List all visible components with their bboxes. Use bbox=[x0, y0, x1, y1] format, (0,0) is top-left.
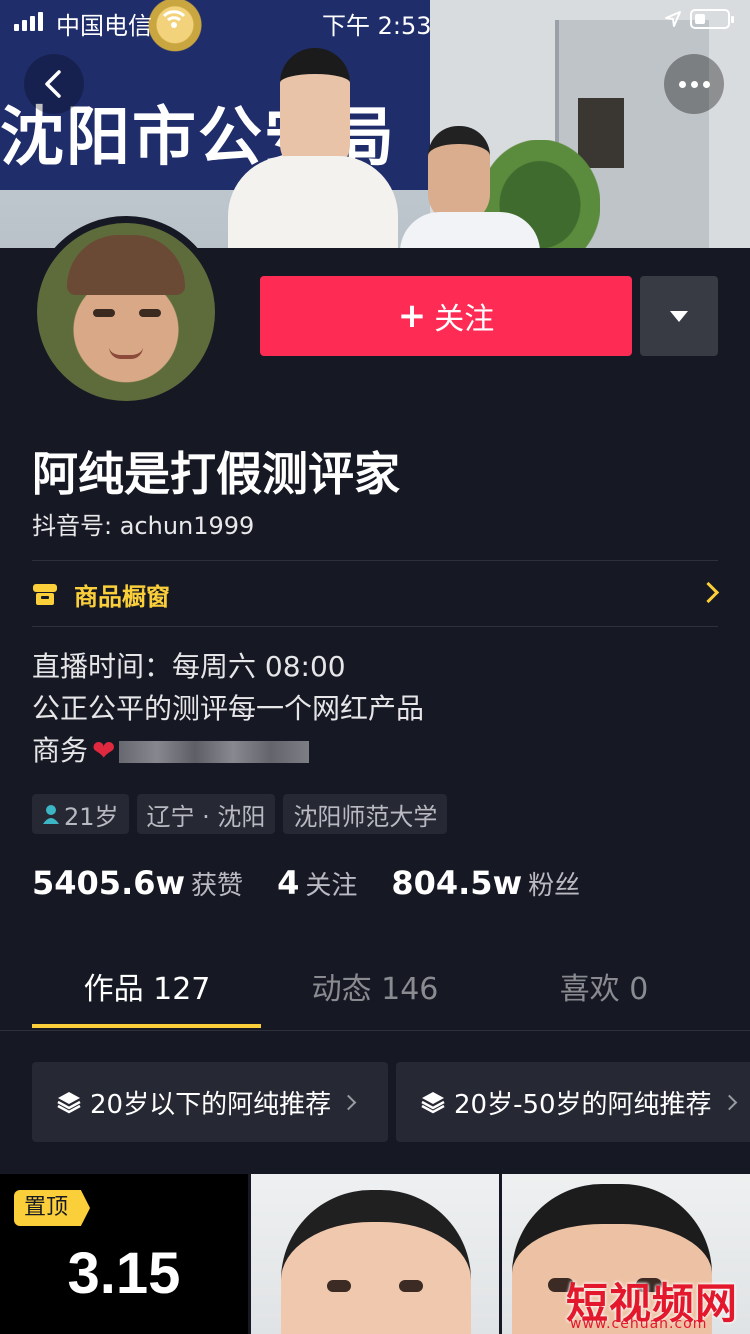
chevron-left-icon bbox=[45, 70, 61, 98]
recommendation-label: 20岁-50岁的阿纯推荐 bbox=[454, 1089, 712, 1120]
status-bar: 中国电信 下午 2:53 bbox=[0, 0, 750, 40]
layers-icon bbox=[57, 1092, 81, 1114]
more-dot-icon bbox=[678, 80, 686, 88]
video-cover-text: 3.15 bbox=[67, 1241, 181, 1306]
content-tabs: 作品 127 动态 146 喜欢 0 bbox=[0, 956, 750, 1031]
chevron-right-icon bbox=[340, 1094, 357, 1110]
back-button[interactable] bbox=[24, 54, 84, 114]
redacted-contact bbox=[119, 741, 310, 763]
divider bbox=[32, 560, 718, 561]
pinned-badge: 置顶 bbox=[14, 1190, 91, 1226]
battery-icon bbox=[690, 9, 734, 29]
divider bbox=[32, 626, 718, 627]
follow-button[interactable]: + 关注 bbox=[260, 276, 632, 356]
watermark-url: www.cehuan.com bbox=[570, 1316, 708, 1332]
cover-person-young bbox=[228, 48, 398, 248]
heart-icon: ❤ bbox=[92, 734, 116, 767]
video-thumbnail[interactable]: 置顶 3.15 bbox=[0, 1174, 248, 1334]
signal-icon bbox=[14, 12, 43, 31]
bio-line: 公正公平的测评每一个网红产品 bbox=[32, 692, 425, 725]
tab-activity[interactable]: 动态 146 bbox=[260, 956, 490, 1026]
recommend-dropdown-button[interactable] bbox=[640, 276, 718, 356]
triangle-down-icon bbox=[670, 310, 688, 322]
bio: 直播时间：每周六 08:00 公正公平的测评每一个网红产品 商务 ❤ bbox=[32, 646, 424, 772]
tab-likes[interactable]: 喜欢 0 bbox=[489, 956, 719, 1026]
bio-line-business: 商务 ❤ bbox=[32, 730, 424, 772]
video-cover-face bbox=[281, 1190, 471, 1334]
cover-person-officer bbox=[400, 126, 540, 248]
tag-location: 辽宁 · 沈阳 bbox=[136, 794, 276, 834]
video-thumbnail[interactable] bbox=[251, 1174, 499, 1334]
profile-tags: 21岁 辽宁 · 沈阳 沈阳师范大学 bbox=[32, 794, 448, 834]
recommendation-label: 20岁以下的阿纯推荐 bbox=[90, 1089, 332, 1120]
carrier-label: 中国电信 bbox=[56, 12, 152, 40]
stat-following[interactable]: 4 关注 bbox=[277, 864, 357, 902]
wifi-icon bbox=[162, 10, 186, 28]
shop-icon bbox=[33, 584, 57, 605]
followers-count: 804.5w bbox=[391, 864, 523, 902]
tab-works[interactable]: 作品 127 bbox=[32, 956, 262, 1026]
follow-label: 关注 bbox=[434, 302, 495, 337]
douyin-id: 抖音号: achun1999 bbox=[32, 512, 255, 540]
shop-window-row[interactable]: 商品橱窗 bbox=[32, 562, 720, 626]
recommendation-20-50[interactable]: 20岁-50岁的阿纯推荐 bbox=[396, 1062, 750, 1142]
status-time: 下午 2:53 bbox=[322, 12, 432, 40]
likes-label: 获赞 bbox=[191, 871, 244, 901]
tag-school: 沈阳师范大学 bbox=[283, 794, 448, 834]
more-dot-icon bbox=[690, 80, 698, 88]
shop-window-label: 商品橱窗 bbox=[74, 582, 170, 611]
profile-name: 阿纯是打假测评家 bbox=[32, 447, 400, 501]
chevron-right-icon bbox=[721, 1094, 737, 1110]
following-count: 4 bbox=[277, 864, 300, 902]
tag-age-text: 21岁 bbox=[64, 802, 119, 831]
recommendation-under-20[interactable]: 20岁以下的阿纯推荐 bbox=[32, 1062, 388, 1142]
following-label: 关注 bbox=[305, 871, 358, 901]
stat-likes: 5405.6w 获赞 bbox=[32, 864, 243, 902]
plus-icon: + bbox=[397, 296, 427, 336]
active-tab-indicator bbox=[32, 1024, 261, 1028]
avatar-photo bbox=[37, 223, 215, 401]
more-options-button[interactable] bbox=[664, 54, 724, 114]
layers-icon bbox=[421, 1092, 445, 1114]
profile-stats: 5405.6w 获赞 4 关注 804.5w 粉丝 bbox=[32, 864, 614, 902]
person-icon bbox=[43, 805, 59, 824]
followers-label: 粉丝 bbox=[528, 871, 581, 901]
tag-age: 21岁 bbox=[32, 794, 129, 834]
location-arrow-icon bbox=[665, 11, 681, 27]
bio-line: 直播时间：每周六 08:00 bbox=[32, 650, 346, 683]
likes-count: 5405.6w bbox=[32, 864, 186, 902]
avatar[interactable] bbox=[30, 216, 222, 408]
more-dot-icon bbox=[702, 80, 710, 88]
bio-business-label: 商务 bbox=[32, 734, 89, 767]
chevron-right-icon bbox=[697, 581, 720, 604]
stat-followers[interactable]: 804.5w 粉丝 bbox=[391, 864, 580, 902]
